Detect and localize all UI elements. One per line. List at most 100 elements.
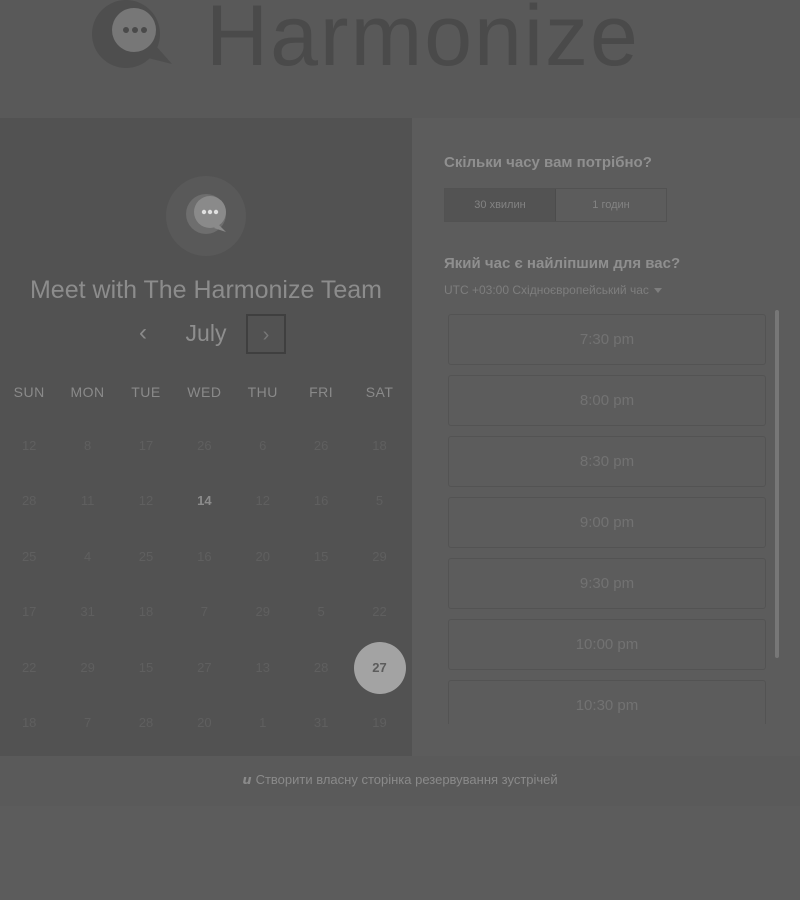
header: Harmonize — [0, 0, 800, 118]
calendar-day[interactable]: 28 — [0, 483, 58, 538]
calendar-day[interactable]: 26 — [292, 428, 350, 483]
calendar-day-label: 17 — [138, 438, 154, 453]
chevron-right-icon[interactable]: › — [246, 314, 286, 354]
calendar-day[interactable]: 22 — [0, 650, 58, 705]
calendar-day[interactable]: 20 — [234, 539, 292, 594]
weekday-label: THU — [247, 384, 278, 400]
footer-link-label: Створити власну сторінка резервування зу… — [255, 772, 558, 787]
duration-question: Скільки часу вам потрібно? — [444, 154, 652, 171]
calendar-day-label: 11 — [80, 493, 95, 509]
calendar-day[interactable]: 28 — [117, 705, 175, 760]
calendar-day[interactable]: 17 — [0, 594, 58, 649]
month-label: July — [185, 320, 227, 346]
calendar-day-label: 19 — [372, 714, 387, 730]
calendar-day-label: 31 — [313, 714, 329, 730]
calendar-day-label: 28 — [21, 493, 37, 509]
time-slot[interactable]: 9:00 pm — [448, 497, 766, 548]
calendar-day[interactable]: 27 — [175, 650, 233, 705]
chat-bubble-icon — [184, 192, 228, 236]
calendar-day[interactable]: 12 — [117, 483, 175, 538]
calendar-day[interactable]: 20 — [175, 705, 233, 760]
calendar-day[interactable]: 14 — [175, 483, 233, 538]
chevron-left-icon[interactable]: ‹ — [128, 318, 158, 348]
time-slot[interactable]: 8:00 pm — [448, 375, 766, 426]
calendar-day-label: 1 — [259, 714, 267, 730]
weekday-label: WED — [187, 384, 222, 400]
booking-panel: Скільки часу вам потрібно? 30 хвилин 1 г… — [412, 118, 800, 756]
calendar-day-label: 20 — [197, 714, 212, 730]
calendar-day-label: 27 — [353, 641, 406, 694]
calendar-day[interactable]: 16 — [292, 483, 350, 538]
calendar-day-label: 26 — [197, 438, 212, 453]
calendar-day[interactable]: 11 — [58, 483, 116, 538]
calendar-day-label: 22 — [21, 659, 37, 675]
calendar-day-label: 29 — [255, 604, 270, 620]
calendar-day-label: 14 — [197, 493, 212, 509]
calendar-day[interactable]: 31 — [292, 705, 350, 760]
weekday-label: MON — [70, 384, 105, 400]
calendar-day[interactable]: 1 — [234, 705, 292, 760]
brand-name: Harmonize — [206, 0, 640, 84]
calendar-day-label: 26 — [313, 438, 329, 453]
calendar-day[interactable]: 12 — [234, 483, 292, 538]
calendar-day-selected[interactable]: 27 — [350, 641, 408, 705]
calendar-day-label: 18 — [138, 604, 154, 620]
weekday-label: FRI — [309, 384, 334, 400]
time-slot-list[interactable]: 7:30 pm 8:00 pm 8:30 pm 9:00 pm 9:30 pm … — [448, 314, 766, 724]
calendar-day[interactable]: 19 — [350, 705, 408, 760]
calendar-day-label: 17 — [21, 604, 37, 620]
calendar-day[interactable]: 29 — [350, 539, 408, 594]
calendar-day-label: 25 — [21, 548, 37, 564]
calendar-day[interactable]: 16 — [175, 539, 233, 594]
calendar-day[interactable]: 15 — [292, 539, 350, 594]
calendar-day[interactable]: 13 — [234, 650, 292, 705]
calendar-day-label: 22 — [372, 604, 387, 620]
calendar-grid: 12 8 17 26 6 26 18 28 11 12 14 12 16 5 25 4 25 16 20 15 29 17… — [0, 428, 409, 760]
create-booking-page-link[interactable]: 𝙪 Створити власну сторінка резервування з… — [0, 772, 800, 788]
time-slot[interactable]: 7:30 pm — [448, 314, 766, 365]
timezone-label: UTC +03:00 Східноєвропейський час — [444, 283, 649, 297]
time-slot[interactable]: 10:30 pm — [448, 680, 766, 724]
calendar-day[interactable]: 7 — [175, 594, 233, 649]
calendar-day[interactable]: 6 — [234, 428, 292, 483]
calendar-day[interactable]: 7 — [58, 705, 116, 760]
weekday-header: SUN MON TUE WED THU FRI SAT — [0, 384, 409, 400]
calendar-day[interactable]: 4 — [58, 539, 116, 594]
caret-down-icon — [653, 288, 662, 294]
calendar-day-label: 18 — [372, 438, 387, 453]
time-question: Який час є найліпшим для вас? — [444, 255, 681, 272]
calendar-day[interactable]: 12 — [0, 428, 58, 483]
calendar-day[interactable]: 29 — [58, 650, 116, 705]
calendar-day[interactable]: 26 — [175, 428, 233, 483]
calendar-day[interactable]: 17 — [117, 428, 175, 483]
calendar-day-label: 28 — [313, 659, 329, 675]
calendar-day[interactable]: 5 — [292, 594, 350, 649]
duration-60-button[interactable]: 1 годин — [556, 189, 666, 221]
calendar-day-label: 5 — [317, 604, 325, 620]
time-slot[interactable]: 8:30 pm — [448, 436, 766, 487]
timezone-dropdown[interactable]: UTC +03:00 Східноєвропейський час — [444, 283, 662, 297]
calendar-day[interactable]: 25 — [117, 539, 175, 594]
avatar — [166, 176, 246, 256]
calendar-day[interactable]: 5 — [350, 483, 408, 538]
calendar-day[interactable]: 25 — [0, 539, 58, 594]
calendar-day[interactable]: 18 — [0, 705, 58, 760]
time-slot[interactable]: 10:00 pm — [448, 619, 766, 670]
duration-30-button[interactable]: 30 хвилин — [445, 189, 556, 221]
calendar-day[interactable]: 18 — [350, 428, 408, 483]
calendar-day-label: 29 — [372, 548, 387, 564]
calendar-panel: Meet with The Harmonize Team ‹ July › SU… — [0, 118, 412, 756]
hubspot-sprocket-icon: 𝙪 — [242, 772, 252, 787]
calendar-day[interactable]: 28 — [292, 650, 350, 705]
meeting-title: Meet with The Harmonize Team — [29, 276, 382, 304]
month-navigation: ‹ July › — [0, 314, 412, 358]
calendar-day[interactable]: 8 — [58, 428, 116, 483]
scrollbar[interactable] — [775, 310, 779, 658]
calendar-day[interactable]: 15 — [117, 650, 175, 705]
calendar-day-label: 29 — [80, 659, 95, 675]
calendar-day[interactable]: 31 — [58, 594, 116, 649]
calendar-day[interactable]: 29 — [234, 594, 292, 649]
calendar-day[interactable]: 18 — [117, 594, 175, 649]
time-slot[interactable]: 9:30 pm — [448, 558, 766, 609]
chat-bubble-logo-icon — [86, 0, 178, 78]
